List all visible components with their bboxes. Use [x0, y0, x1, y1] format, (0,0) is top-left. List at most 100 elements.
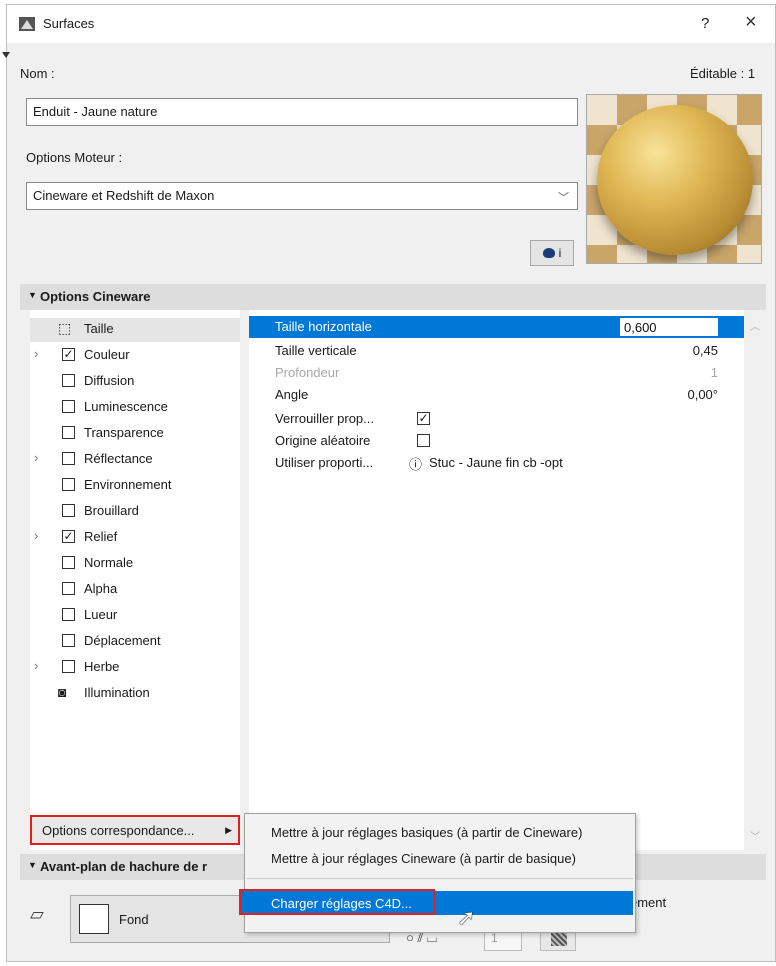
channel-lueur[interactable]: Lueur — [30, 604, 240, 628]
channel-label: Couleur — [84, 347, 130, 362]
collapse-triangle-icon: ▼ — [28, 290, 37, 300]
channel-label: Normale — [84, 555, 134, 570]
expand-chevron-icon[interactable]: › — [34, 346, 38, 361]
property-value: Stuc - Jaune fin cb -opt — [429, 455, 563, 470]
property-row[interactable]: Angle 0,00° — [249, 384, 744, 406]
material-preview — [586, 94, 762, 264]
property-grid: Taille horizontale 0,600 Taille vertical… — [249, 310, 744, 850]
channel-alpha[interactable]: Alpha — [30, 578, 240, 602]
expand-chevron-icon[interactable]: › — [34, 528, 38, 543]
fill-swatch — [79, 904, 109, 934]
channel-checkbox[interactable] — [62, 478, 75, 491]
channel-checkbox[interactable] — [62, 400, 75, 413]
channel-taille[interactable]: ⬚ Taille — [30, 318, 240, 342]
cineware-options-header[interactable]: ▼ Options Cineware — [20, 284, 766, 310]
channel-checkbox[interactable]: ✓ — [62, 348, 75, 361]
channel-checkbox[interactable] — [62, 426, 75, 439]
material-sphere — [597, 105, 753, 255]
menu-item-load-c4d[interactable]: Charger réglages C4D... — [239, 889, 435, 915]
property-row[interactable]: Taille verticale 0,45 — [249, 340, 744, 362]
context-menu: Mettre à jour réglages basiques (à parti… — [239, 813, 636, 933]
pattern-icon — [551, 932, 567, 946]
surfaces-app-icon — [19, 17, 35, 31]
channel-checkbox[interactable] — [62, 556, 75, 569]
matching-options-label: Options correspondance... — [42, 823, 195, 838]
channel-diffusion[interactable]: Diffusion — [30, 370, 240, 394]
editable-label: Éditable : 1 — [690, 66, 756, 81]
close-button[interactable]: × — [745, 11, 757, 34]
illumination-icon: ◙ — [58, 684, 67, 700]
submenu-arrow-icon: ▶ — [225, 825, 232, 835]
scroll-down-icon[interactable]: ﹀ — [750, 828, 760, 843]
menu-item-update-basic[interactable]: Mettre à jour réglages basiques (à parti… — [245, 820, 635, 846]
channel-checkbox[interactable] — [62, 374, 75, 387]
matching-options-button[interactable]: Options correspondance... ▶ — [30, 815, 240, 845]
channel-herbe[interactable]: › Herbe — [30, 656, 240, 680]
info-icon: i — [558, 246, 562, 260]
property-row: Profondeur 1 — [249, 362, 744, 384]
horizontal-size-input[interactable]: 0,600 — [619, 317, 719, 337]
channel-checkbox[interactable] — [62, 582, 75, 595]
channel-label: Diffusion — [84, 373, 135, 388]
property-row[interactable]: Verrouiller prop... ✓ — [249, 408, 744, 430]
channel-couleur[interactable]: › ✓ Couleur — [30, 344, 240, 368]
collapse-triangle-icon: ▼ — [28, 860, 37, 870]
channel-checkbox[interactable] — [62, 608, 75, 621]
pin-arrow-icon — [2, 52, 10, 58]
scroll-up-icon[interactable]: ︿ — [750, 318, 760, 333]
name-field[interactable]: Enduit - Jaune nature — [26, 98, 578, 126]
fill-label: Fond — [119, 912, 149, 927]
menu-item-update-cineware[interactable]: Mettre à jour réglages Cineware (à parti… — [245, 846, 635, 872]
channel-brouillard[interactable]: Brouillard — [30, 500, 240, 524]
channel-reflectance[interactable]: › Réflectance — [30, 448, 240, 472]
channel-checkbox[interactable] — [62, 660, 75, 673]
engine-select-value: Cineware et Redshift de Maxon — [33, 188, 215, 203]
hatch-icon: ▱ — [30, 904, 44, 924]
channel-label: Luminescence — [84, 399, 168, 414]
property-row[interactable]: Utiliser proporti... ⓘ Stuc - Jaune fin … — [249, 452, 744, 474]
channel-checkbox[interactable] — [62, 452, 75, 465]
channel-label: Brouillard — [84, 503, 139, 518]
title-bar: Surfaces ? × — [7, 5, 775, 43]
channel-label: Lueur — [84, 607, 118, 622]
help-button[interactable]: ? — [701, 15, 709, 32]
chevron-down-icon: ﹀ — [558, 192, 569, 204]
channel-checkbox[interactable]: ✓ — [62, 530, 75, 543]
mouse-cursor-icon: ➚ — [457, 905, 476, 930]
cineware-options-title: Options Cineware — [40, 289, 151, 304]
property-value: 0,45 — [692, 343, 718, 358]
channel-normale[interactable]: Normale — [30, 552, 240, 576]
lock-proportions-checkbox[interactable]: ✓ — [417, 412, 430, 425]
random-origin-checkbox[interactable] — [417, 434, 430, 447]
channel-transparence[interactable]: Transparence — [30, 422, 240, 446]
engine-select[interactable]: Cineware et Redshift de Maxon ﹀ — [26, 182, 578, 210]
channel-label: Illumination — [84, 685, 150, 700]
channel-checkbox[interactable] — [62, 634, 75, 647]
channel-label: Réflectance — [84, 451, 153, 466]
name-label: Nom : — [20, 66, 55, 81]
channel-checkbox[interactable] — [62, 504, 75, 517]
channel-label: Déplacement — [84, 633, 161, 648]
channel-illumination[interactable]: ◙ Illumination — [30, 682, 240, 706]
channel-relief[interactable]: › ✓ Relief — [30, 526, 240, 550]
property-scrollbar[interactable]: ︿ ﹀ — [744, 310, 764, 850]
channel-deplacement[interactable]: Déplacement — [30, 630, 240, 654]
property-key: Taille verticale — [275, 343, 357, 358]
engine-options-label: Options Moteur : — [26, 150, 123, 165]
channel-luminescence[interactable]: Luminescence — [30, 396, 240, 420]
property-row[interactable]: Taille horizontale 0,600 — [249, 316, 744, 338]
menu-separator — [247, 878, 633, 879]
property-row[interactable]: Origine aléatoire — [249, 430, 744, 452]
property-key: Angle — [275, 387, 309, 402]
expand-chevron-icon[interactable]: › — [34, 658, 38, 673]
property-key: Profondeur — [275, 365, 340, 380]
channel-environnement[interactable]: Environnement — [30, 474, 240, 498]
foreground-hatch-title: Avant-plan de hachure de r — [40, 859, 208, 874]
material-info-button[interactable]: i — [530, 240, 574, 266]
channel-label: Alpha — [84, 581, 118, 596]
channel-list: ⬚ Taille › ✓ Couleur Diffusion Luminesce… — [30, 310, 240, 850]
size-icon: ⬚ — [58, 320, 72, 336]
expand-chevron-icon[interactable]: › — [34, 450, 38, 465]
teapot-icon — [542, 248, 555, 258]
info-circle-icon: ⓘ — [409, 457, 423, 472]
